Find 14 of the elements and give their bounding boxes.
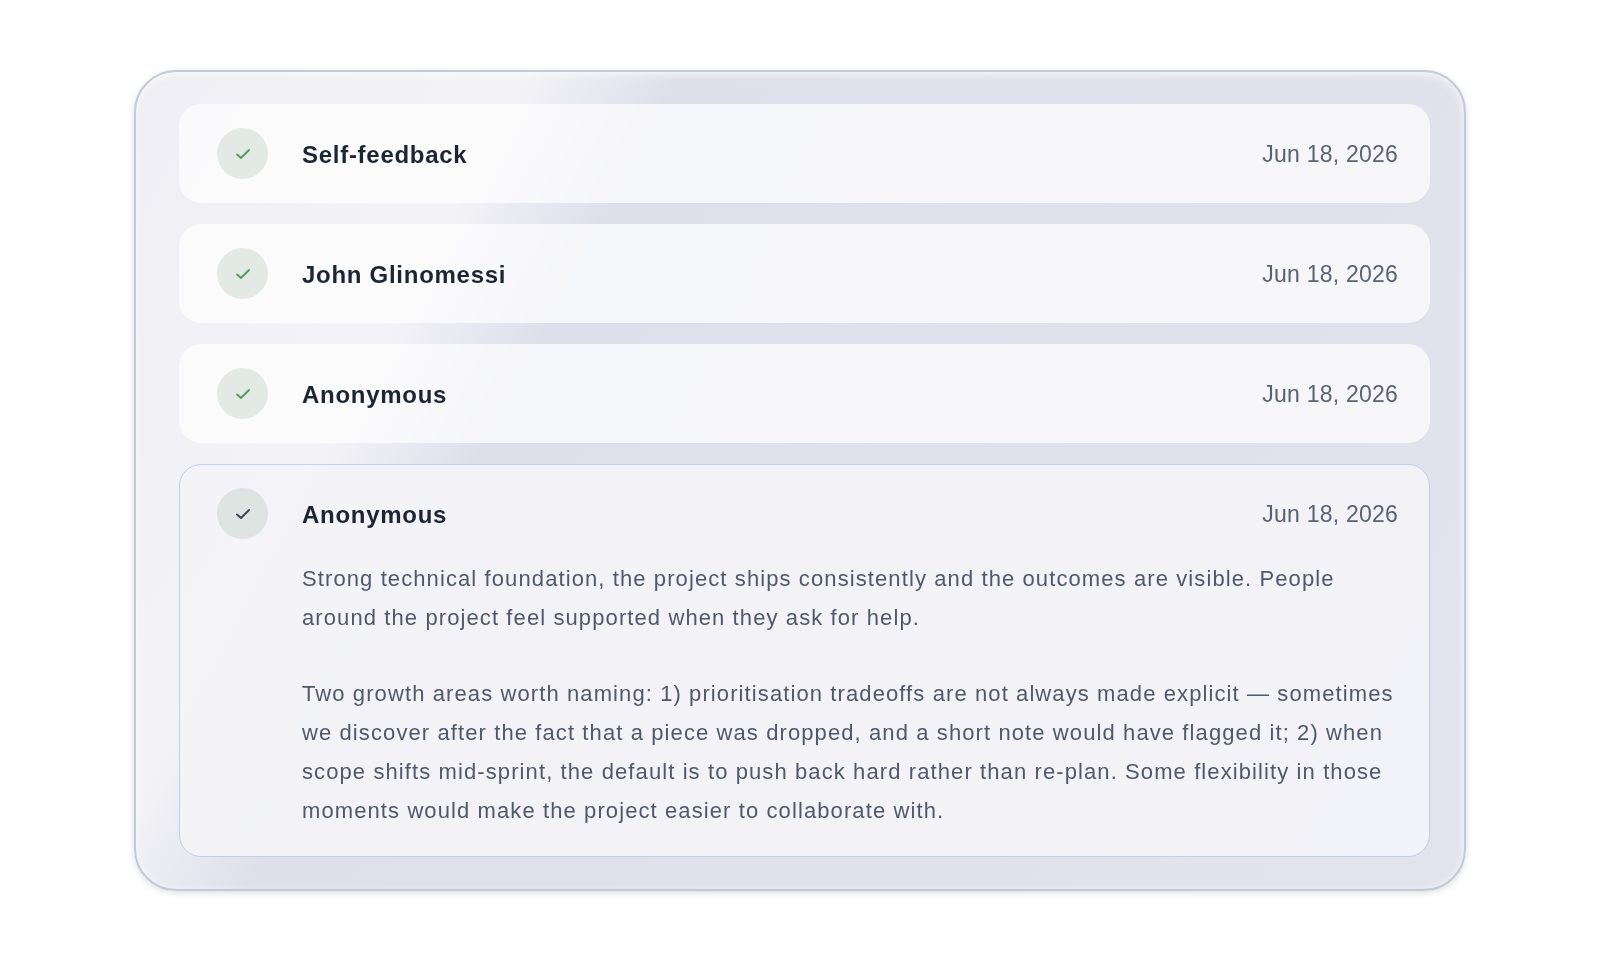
date-text: Jun 18, 2026	[1262, 380, 1398, 410]
feedback-row[interactable]: John Glinomessi Jun 18, 2026	[179, 224, 1430, 323]
date-text: Jun 18, 2026	[1262, 140, 1398, 170]
date-text: Jun 18, 2026	[1262, 500, 1398, 530]
feedback-row[interactable]: Self-feedback Jun 18, 2026	[179, 104, 1430, 203]
reviewer-name: Self-feedback	[302, 139, 468, 170]
date-text: Jun 18, 2026	[1262, 260, 1398, 290]
feedback-card[interactable]	[179, 464, 1430, 857]
feedback-row[interactable]: Anonymous Jun 18, 2026	[179, 344, 1430, 443]
comment-paragraph: Strong technical foundation, the project ships consistently and the outcomes are visible. People around the project feel supported when they ask for help.	[302, 565, 1336, 632]
reviewer-name: John Glinomessi	[302, 259, 507, 290]
reviewer-name: Anonymous	[302, 499, 448, 530]
reviewer-name: Anonymous	[302, 379, 448, 410]
comment-paragraph: Two growth areas worth naming: 1) prioritisation tradeoffs are not always made explicit — sometimes we discover after the fact that a piece was dropped, and a short note would have flagged it; 2) when scope shifts mid-sprint, the default is to push back hard rather than re-plan. Some flexibility in those moments would make the project easier to collaborate with.	[302, 680, 1395, 825]
